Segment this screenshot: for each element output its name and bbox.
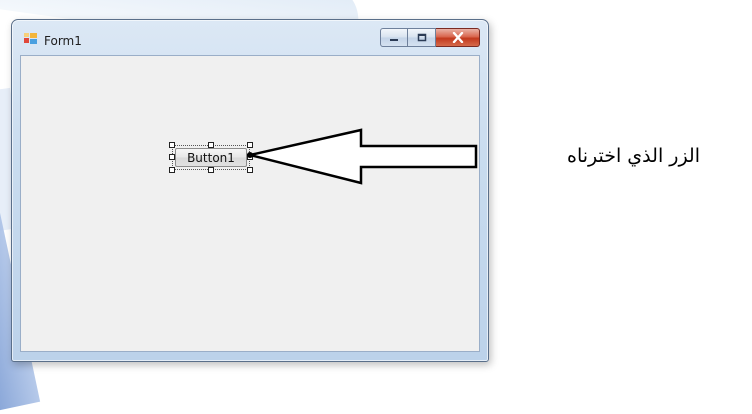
pointer-arrow bbox=[247, 128, 478, 185]
annotation-label: الزر الذي اخترناه bbox=[567, 145, 700, 167]
